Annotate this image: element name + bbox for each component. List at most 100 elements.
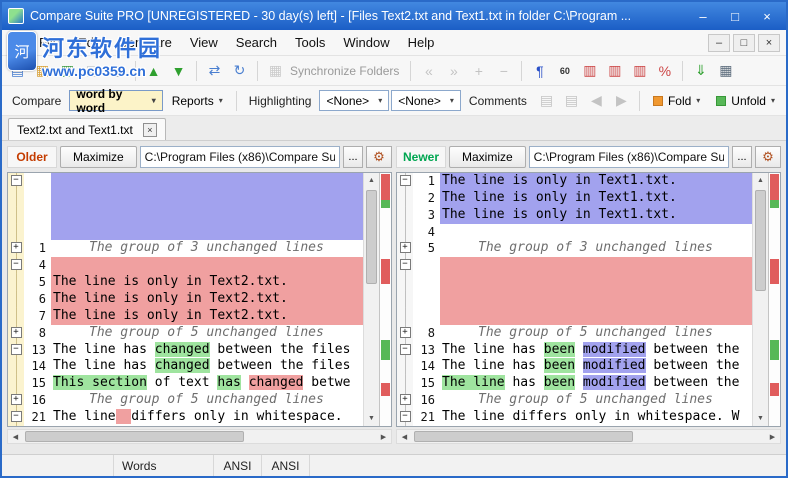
menu-window[interactable]: Window: [334, 30, 398, 55]
older-vertical-scrollbar[interactable]: ▲ ▼: [363, 173, 379, 426]
previous-change-icon[interactable]: ▲: [142, 59, 165, 82]
collapse-fold-icon[interactable]: −: [400, 344, 411, 355]
change-mark[interactable]: [381, 174, 390, 199]
text-line[interactable]: [440, 291, 752, 308]
scrollbar-thumb[interactable]: [366, 190, 377, 284]
text-line[interactable]: The line differs only in whitespace. W: [440, 409, 752, 426]
menu-tools[interactable]: Tools: [286, 30, 334, 55]
older-horizontal-scrollbar[interactable]: ◀ ▶: [7, 429, 392, 444]
scroll-right-icon[interactable]: ▶: [765, 433, 780, 441]
text-line[interactable]: [440, 224, 752, 241]
minimize-button[interactable]: –: [688, 6, 718, 26]
expand-fold-icon[interactable]: +: [400, 242, 411, 253]
close-button[interactable]: ×: [752, 6, 782, 26]
fold-dropdown[interactable]: Fold ▾: [646, 90, 707, 112]
older-options-button[interactable]: ⚙: [366, 146, 392, 168]
newer-maximize-button[interactable]: Maximize: [449, 146, 526, 168]
scrollbar-thumb[interactable]: [414, 431, 633, 442]
newer-horizontal-scrollbar[interactable]: ◀ ▶: [396, 429, 781, 444]
text-line[interactable]: [51, 207, 363, 224]
change-mark[interactable]: [770, 259, 779, 284]
expand-fold-icon[interactable]: +: [11, 242, 22, 253]
change-mark[interactable]: [770, 383, 779, 396]
text-line[interactable]: The line is only in Text1.txt.: [440, 207, 752, 224]
open-folders-icon[interactable]: ▥: [56, 59, 79, 82]
word-count-icon[interactable]: 60: [553, 59, 576, 82]
collapse-fold-icon[interactable]: −: [11, 175, 22, 186]
mdi-close-button[interactable]: ×: [758, 34, 780, 52]
menu-view[interactable]: View: [181, 30, 227, 55]
folded-group-label[interactable]: The group of 5 unchanged lines: [440, 325, 752, 342]
scrollbar-thumb[interactable]: [755, 190, 766, 290]
scroll-up-icon[interactable]: ▲: [364, 173, 379, 188]
newer-path-input[interactable]: [529, 146, 729, 168]
character-report-icon[interactable]: ▥: [578, 59, 601, 82]
newer-options-button[interactable]: ⚙: [755, 146, 781, 168]
word-report-icon[interactable]: ▥: [603, 59, 626, 82]
newer-change-map[interactable]: [768, 173, 780, 426]
newer-browse-button[interactable]: ...: [732, 146, 752, 168]
expand-fold-icon[interactable]: +: [400, 394, 411, 405]
change-mark[interactable]: [770, 174, 779, 199]
compare-mode-select[interactable]: word by word ▾: [69, 90, 162, 111]
expand-fold-icon[interactable]: +: [400, 327, 411, 338]
expand-fold-icon[interactable]: +: [11, 394, 22, 405]
expand-fold-icon[interactable]: +: [11, 327, 22, 338]
scroll-left-icon[interactable]: ◀: [397, 433, 412, 441]
collapse-fold-icon[interactable]: −: [400, 175, 411, 186]
change-mark[interactable]: [770, 340, 779, 360]
text-line[interactable]: The line is only in Text2.txt.: [51, 291, 363, 308]
folded-group-label[interactable]: The group of 3 unchanged lines: [51, 240, 363, 257]
folded-group-label[interactable]: The group of 5 unchanged lines: [51, 325, 363, 342]
text-line[interactable]: [51, 173, 363, 190]
text-line[interactable]: [440, 274, 752, 291]
export-report-icon[interactable]: ⇓: [689, 59, 712, 82]
collapse-fold-icon[interactable]: −: [11, 411, 22, 422]
text-line[interactable]: [51, 257, 363, 274]
newer-vertical-scrollbar[interactable]: ▲ ▼: [752, 173, 768, 426]
change-mark[interactable]: [381, 383, 390, 396]
text-line[interactable]: The line has been modified between the: [440, 375, 752, 392]
view-options-icon[interactable]: ▦: [714, 59, 737, 82]
change-mark[interactable]: [770, 200, 779, 209]
text-line[interactable]: The line is only in Text1.txt.: [440, 173, 752, 190]
text-line[interactable]: The line has been modified between the: [440, 342, 752, 359]
folded-group-label[interactable]: The group of 5 unchanged lines: [51, 392, 363, 409]
folded-group-label[interactable]: The group of 3 unchanged lines: [440, 240, 752, 257]
folded-group-label[interactable]: The group of 5 unchanged lines: [440, 392, 752, 409]
text-line[interactable]: [440, 308, 752, 325]
formatting-marks-icon[interactable]: ¶: [528, 59, 551, 82]
highlight-scheme-select-1[interactable]: <None> ▾: [319, 90, 389, 111]
scroll-up-icon[interactable]: ▲: [753, 173, 768, 188]
highlight-scheme-select-2[interactable]: <None> ▾: [391, 90, 461, 111]
menu-compare[interactable]: Compare: [109, 30, 180, 55]
older-maximize-button[interactable]: Maximize: [60, 146, 137, 168]
line-report-icon[interactable]: ▥: [628, 59, 651, 82]
text-line[interactable]: The line is only in Text2.txt.: [51, 274, 363, 291]
menu-file[interactable]: File: [30, 30, 69, 55]
text-line[interactable]: [51, 224, 363, 241]
scrollbar-thumb[interactable]: [25, 431, 244, 442]
reports-dropdown[interactable]: Reports ▾: [165, 90, 230, 112]
mdi-restore-button[interactable]: □: [733, 34, 755, 52]
unfold-dropdown[interactable]: Unfold ▾: [709, 90, 782, 112]
new-comparison-icon[interactable]: ▤: [6, 59, 29, 82]
older-path-input[interactable]: [140, 146, 340, 168]
open-files-icon[interactable]: ▦: [31, 59, 54, 82]
menu-help[interactable]: Help: [399, 30, 444, 55]
change-mark[interactable]: [381, 340, 390, 360]
tab-close-icon[interactable]: ×: [143, 123, 157, 137]
collapse-fold-icon[interactable]: −: [400, 259, 411, 270]
scroll-down-icon[interactable]: ▼: [364, 411, 379, 426]
text-line[interactable]: [440, 257, 752, 274]
percent-report-icon[interactable]: %: [653, 59, 676, 82]
recompare-icon[interactable]: ↻: [228, 59, 251, 82]
older-browse-button[interactable]: ...: [343, 146, 363, 168]
change-mark[interactable]: [381, 259, 390, 284]
maximize-button[interactable]: □: [720, 6, 750, 26]
collapse-fold-icon[interactable]: −: [11, 344, 22, 355]
older-change-map[interactable]: [379, 173, 391, 426]
menu-search[interactable]: Search: [227, 30, 286, 55]
scroll-left-icon[interactable]: ◀: [8, 433, 23, 441]
tab-comparison[interactable]: Text2.txt and Text1.txt ×: [8, 118, 166, 140]
